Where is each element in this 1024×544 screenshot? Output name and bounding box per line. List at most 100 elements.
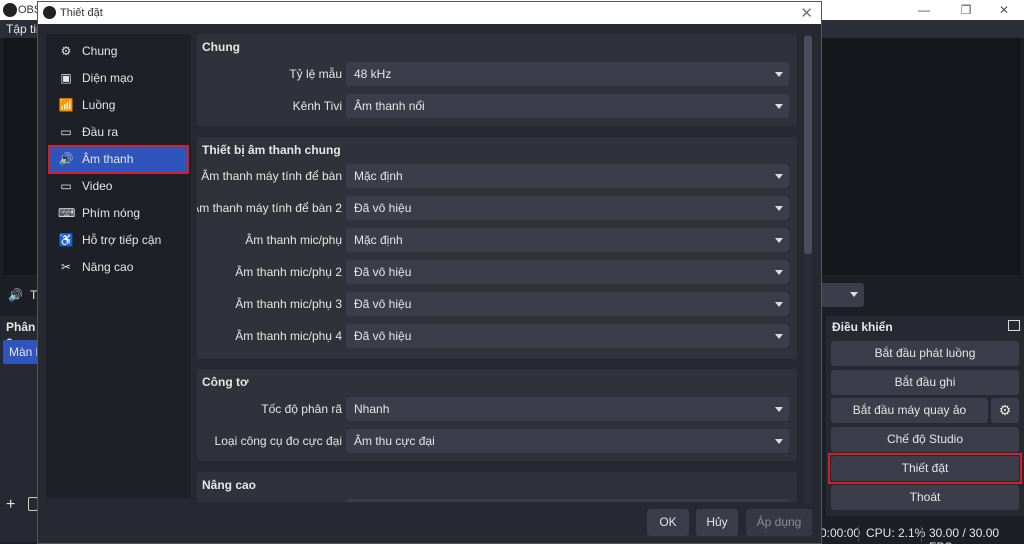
studio-mode-button[interactable]: Chế độ Studio: [831, 427, 1019, 452]
chevron-down-icon: [775, 206, 783, 211]
sidebar-item-advanced[interactable]: ✂ Nâng cao: [50, 254, 187, 280]
decay-rate-label: Tốc độ phân rã: [261, 402, 342, 416]
chevron-down-icon: [775, 439, 783, 444]
status-divider: [858, 526, 859, 542]
chevron-down-icon: [775, 238, 783, 243]
status-cpu: CPU: 2.1%: [866, 526, 926, 540]
sidebar-item-label: Hỗ trợ tiếp cận: [82, 233, 162, 247]
controls-dock-title: Điều khiển: [832, 320, 893, 334]
chevron-down-icon: [775, 270, 783, 275]
status-bar: 0:00:00 CPU: 2.1% 30.00 / 30.00 FPS: [820, 520, 1024, 544]
minimize-button[interactable]: —: [904, 0, 944, 20]
sidebar-item-output[interactable]: ▭ Đầu ra: [50, 119, 187, 145]
sidebar-item-label: Diện mạo: [82, 71, 134, 85]
status-fps: 30.00 / 30.00 FPS: [929, 526, 1000, 544]
device-label: Âm thanh mic/phụ 2: [235, 265, 342, 279]
group-title: Công tơ: [202, 375, 249, 389]
mic-aux-select[interactable]: Mặc định: [346, 228, 789, 252]
stream-icon: 📶: [58, 98, 74, 112]
chevron-down-icon: [775, 334, 783, 339]
device-label: Âm thanh mic/phụ: [245, 233, 342, 247]
settings-content: Chung Tỷ lệ mẫu 48 kHz Kênh Tivi Âm than…: [197, 34, 797, 502]
dialog-title: Thiết đặt: [60, 7, 103, 19]
audio-item-highlight: [48, 145, 189, 174]
sidebar-item-label: Phím nóng: [82, 206, 141, 220]
output-icon: ▭: [60, 125, 72, 139]
tools-icon: ✂: [60, 260, 72, 274]
device-label: Âm thanh mic/phụ 3: [235, 297, 342, 311]
device-label: Âm thanh máy tính để bàn: [201, 169, 342, 183]
peak-meter-label: Loại công cụ đo cực đại: [214, 434, 342, 448]
desktop-audio-select[interactable]: Mặc định: [346, 164, 789, 188]
sidebar-item-hotkeys[interactable]: ⌨ Phím nóng: [50, 200, 187, 226]
scene-list-item[interactable]: Màn hình: [3, 340, 40, 364]
background-dropdown[interactable]: [816, 283, 864, 307]
start-streaming-button[interactable]: Bắt đầu phát luồng: [831, 341, 1019, 366]
channels-label: Kênh Tivi: [292, 99, 342, 113]
peak-meter-select[interactable]: Âm thu cực đại: [346, 429, 789, 453]
chevron-down-icon: [775, 72, 783, 77]
chevron-down-icon: [775, 407, 783, 412]
cancel-button[interactable]: Hủy: [696, 509, 738, 536]
sidebar-item-video[interactable]: ▭ Video: [50, 173, 187, 199]
sidebar-item-accessibility[interactable]: ♿ Hỗ trợ tiếp cận: [50, 227, 187, 253]
sidebar-item-label: Chung: [82, 44, 118, 58]
start-virtual-camera-button[interactable]: Bắt đầu máy quay ảo: [831, 398, 988, 423]
scrollbar-thumb[interactable]: [804, 36, 812, 254]
sample-rate-label: Tỷ lệ mẫu: [289, 67, 342, 81]
sidebar-item-label: Nâng cao: [82, 260, 134, 274]
advanced-select[interactable]: [346, 499, 789, 502]
settings-button-highlight: [828, 453, 1022, 484]
chevron-down-icon: [775, 104, 783, 109]
channels-select[interactable]: Âm thanh nổi: [346, 94, 789, 118]
accessibility-icon: ♿: [58, 233, 74, 247]
appearance-icon: ▣: [60, 71, 72, 85]
chevron-down-icon: [850, 292, 858, 297]
sample-rate-select[interactable]: 48 kHz: [346, 62, 789, 86]
status-time: 0:00:00: [820, 526, 861, 540]
group-title: Thiết bị âm thanh chung: [202, 143, 341, 157]
close-window-button[interactable]: ✕: [984, 0, 1024, 20]
settings-sidebar: ⚙ Chung ▣ Diện mạo 📶 Luồng ▭ Đầu ra 🔊 Âm than…: [46, 34, 191, 498]
dialog-titlebar: Thiết đặt ✕: [38, 2, 821, 24]
controls-dock: Điều khiển Bắt đầu phát luồng Bắt đầu gh…: [826, 316, 1024, 516]
obs-logo-icon: [3, 3, 17, 17]
close-icon[interactable]: ✕: [800, 4, 813, 22]
undock-icon[interactable]: [1008, 320, 1020, 331]
virtual-camera-settings-gear-icon[interactable]: ⚙: [991, 398, 1019, 423]
group-general: Chung Tỷ lệ mẫu 48 kHz Kênh Tivi Âm than…: [197, 34, 797, 126]
restore-button[interactable]: ❐: [946, 0, 986, 20]
mic-aux-4-select[interactable]: Đã vô hiệu: [346, 324, 789, 348]
desktop-audio-2-select[interactable]: Đã vô hiệu: [346, 196, 789, 220]
sidebar-item-label: Đầu ra: [82, 125, 119, 139]
content-scrollbar[interactable]: [804, 34, 812, 502]
apply-button[interactable]: Áp dụng: [746, 509, 812, 536]
start-recording-button[interactable]: Bắt đầu ghi: [831, 370, 1019, 395]
sidebar-item-appearance[interactable]: ▣ Diện mạo: [50, 65, 187, 91]
group-audio-devices: Thiết bị âm thanh chung Âm thanh máy tín…: [197, 137, 797, 359]
mic-aux-2-select[interactable]: Đã vô hiệu: [346, 260, 789, 284]
group-title: Chung: [202, 40, 240, 54]
chevron-down-icon: [775, 302, 783, 307]
device-label: Âm thanh mic/phụ 4: [235, 329, 342, 343]
chevron-down-icon: [775, 174, 783, 179]
speaker-icon: 🔊: [8, 288, 23, 302]
add-scene-icon[interactable]: +: [6, 496, 15, 514]
group-meters: Công tơ Tốc độ phân rã Nhanh Loại công c…: [197, 369, 797, 461]
mic-aux-3-select[interactable]: Đã vô hiệu: [346, 292, 789, 316]
group-title: Nâng cao: [202, 478, 257, 492]
sidebar-item-label: Luồng: [82, 98, 116, 112]
sidebar-item-stream[interactable]: 📶 Luồng: [50, 92, 187, 118]
settings-dialog: Thiết đặt ✕ ⚙ Chung ▣ Diện mạo 📶 Luồng ▭ Đầu…: [37, 1, 822, 544]
status-divider: [921, 526, 922, 542]
exit-button[interactable]: Thoát: [831, 485, 1019, 510]
monitor-icon: ▭: [60, 179, 72, 193]
sidebar-item-label: Video: [82, 179, 113, 193]
group-advanced: Nâng cao: [197, 472, 797, 502]
ok-button[interactable]: OK: [647, 509, 689, 536]
decay-rate-select[interactable]: Nhanh: [346, 397, 789, 421]
device-label: Âm thanh máy tính để bàn 2: [197, 201, 342, 215]
gear-icon: ⚙: [60, 44, 72, 58]
obs-logo-icon: [43, 6, 56, 19]
sidebar-item-general[interactable]: ⚙ Chung: [50, 38, 187, 64]
